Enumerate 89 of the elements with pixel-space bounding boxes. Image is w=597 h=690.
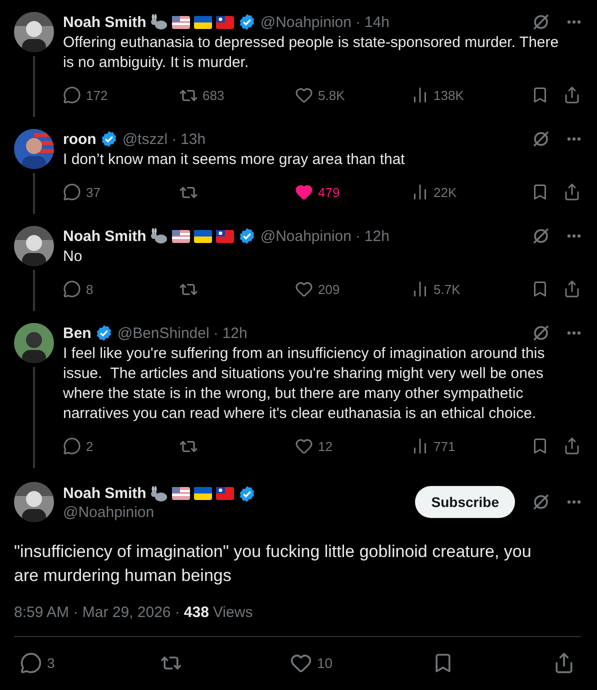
- heart-icon: [290, 652, 312, 674]
- rabbit-icon: [150, 228, 168, 244]
- views-label: Views: [212, 604, 253, 621]
- heart-icon: [295, 437, 314, 455]
- views-button[interactable]: 22K: [410, 183, 531, 201]
- verified-badge-icon: [238, 13, 256, 31]
- slashed-circle-button[interactable]: [531, 129, 551, 149]
- author-name[interactable]: Noah Smith: [63, 228, 146, 244]
- reply-button[interactable]: 2: [63, 437, 179, 455]
- heart-icon: [295, 86, 314, 104]
- views-count: 438: [184, 604, 209, 621]
- share-button[interactable]: [562, 183, 581, 201]
- flag-icon: [194, 230, 212, 242]
- post-time[interactable]: 14h: [364, 14, 390, 30]
- views-button[interactable]: 138K: [410, 86, 531, 104]
- like-button[interactable]: 10: [290, 652, 432, 674]
- reply-button[interactable]: 37: [63, 183, 179, 201]
- speech-bubble-icon: [20, 652, 42, 674]
- share-button[interactable]: [562, 86, 581, 104]
- more-button[interactable]: [567, 331, 581, 335]
- post-time[interactable]: 12h: [364, 228, 390, 244]
- views-button[interactable]: 5.7K: [410, 280, 531, 298]
- ellipsis-icon: [567, 137, 581, 141]
- verified-badge-icon: [238, 484, 256, 502]
- separator-dot: ·: [355, 14, 360, 30]
- flag-icon: [216, 487, 234, 500]
- repost-button[interactable]: 683: [178, 86, 296, 104]
- share-button[interactable]: [553, 652, 575, 674]
- slashed-circle-button[interactable]: [531, 12, 551, 32]
- heart-icon: [295, 280, 314, 298]
- post-time[interactable]: 13h: [180, 130, 206, 148]
- author-name[interactable]: roon: [63, 130, 96, 148]
- author-name[interactable]: Ben: [63, 324, 92, 342]
- post-text: I feel like you're suffering from an insufficiency of imagination around this issue. The articles and situations you're sharing might very well be ones where the state is in the wrong, but there are many other sympathetic narratives you can read where it's clear euthanasia is an ethical choice.: [63, 344, 546, 424]
- reply-button[interactable]: 8: [63, 280, 179, 298]
- verified-badge-icon: [100, 130, 118, 148]
- heart-icon: [295, 183, 314, 201]
- more-button[interactable]: [567, 137, 581, 141]
- post-timestamp[interactable]: 8:59 AM · Mar 29, 2026 ·: [14, 604, 180, 621]
- subscribe-button[interactable]: Subscribe: [415, 486, 515, 518]
- verified-badge-icon: [95, 324, 114, 342]
- like-button[interactable]: 5.8K: [295, 86, 411, 104]
- post-text: I don’t know man it seems more gray area than that: [63, 150, 406, 170]
- reply-button[interactable]: 172: [63, 86, 179, 104]
- flag-icon: [194, 487, 212, 500]
- like-button[interactable]: 479: [295, 183, 411, 201]
- slashed-circle-button[interactable]: [531, 492, 551, 512]
- speech-bubble-icon: [63, 86, 81, 104]
- author-handle[interactable]: @Noahpinion: [260, 14, 352, 30]
- flag-icon: [194, 16, 212, 28]
- flag-icon: [216, 16, 234, 28]
- post-text: Offering euthanasia to depressed people is state-sponsored murder. There is no ambiguity. It is murder.: [63, 33, 560, 73]
- author-handle[interactable]: @Noahpinion: [63, 504, 256, 520]
- author-handle[interactable]: @BenShindel: [117, 324, 210, 342]
- flag-icon: [172, 16, 190, 28]
- verified-badge-icon: [238, 227, 256, 245]
- post-text: No: [63, 247, 84, 267]
- author-name[interactable]: Noah Smith: [63, 485, 146, 502]
- views-button[interactable]: 771: [410, 437, 531, 455]
- ellipsis-icon: [567, 500, 581, 504]
- flag-icon: [172, 487, 190, 500]
- separator-dot: ·: [172, 130, 177, 148]
- author-name[interactable]: Noah Smith: [63, 14, 146, 30]
- separator-dot: ·: [213, 324, 218, 342]
- post-time[interactable]: 12h: [222, 324, 248, 342]
- author-handle[interactable]: @Noahpinion: [260, 228, 352, 244]
- reply-button[interactable]: 3: [20, 652, 160, 674]
- ellipsis-icon: [567, 331, 581, 335]
- share-button[interactable]: [562, 280, 581, 298]
- speech-bubble-icon: [63, 437, 81, 455]
- share-button[interactable]: [562, 437, 581, 455]
- rabbit-icon: [150, 14, 168, 30]
- author-handle[interactable]: @tszzl: [122, 130, 168, 148]
- slashed-circle-button[interactable]: [531, 323, 551, 343]
- flag-icon: [216, 230, 234, 242]
- more-button[interactable]: [567, 20, 581, 24]
- ellipsis-icon: [567, 20, 581, 24]
- ellipsis-icon: [567, 234, 581, 238]
- more-button[interactable]: [567, 234, 581, 238]
- more-button[interactable]: [567, 500, 581, 504]
- like-button[interactable]: 12: [295, 437, 411, 455]
- speech-bubble-icon: [63, 183, 81, 201]
- rabbit-icon: [150, 486, 168, 502]
- slashed-circle-button[interactable]: [531, 226, 551, 246]
- separator-dot: ·: [355, 228, 360, 244]
- like-button[interactable]: 209: [295, 280, 411, 298]
- flag-icon: [172, 230, 190, 242]
- speech-bubble-icon: [63, 280, 81, 298]
- post-text: "insufficiency of imagination" you fucking little goblinoid creature, you are murdering human beings: [14, 541, 532, 587]
